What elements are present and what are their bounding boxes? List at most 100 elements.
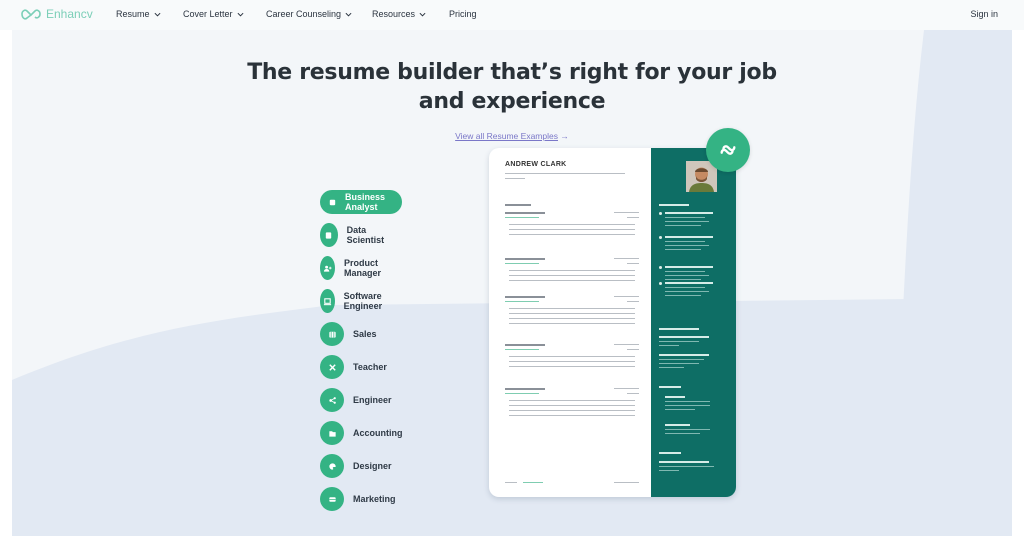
company-name (505, 349, 539, 351)
footer-powered-by (505, 482, 517, 484)
job-location (627, 349, 639, 351)
chevron-down-icon (237, 12, 244, 17)
resume-text-line (659, 336, 709, 338)
brand-logo[interactable]: Enhancv (20, 7, 93, 21)
nav-item-label: Cover Letter (183, 9, 233, 19)
resume-text-line (509, 313, 635, 315)
resume-text-line (665, 424, 690, 426)
role-software-engineer[interactable]: Software Engineer (320, 289, 392, 313)
calendar-icon (320, 322, 344, 346)
resume-text-line (659, 466, 714, 468)
section-heading-training (659, 328, 699, 330)
nav-item-cover-letter[interactable]: Cover Letter (183, 9, 244, 19)
resume-text-line (665, 405, 710, 407)
job-title (505, 344, 545, 346)
resume-text-line (509, 270, 635, 272)
section-heading-strengths (659, 386, 681, 388)
achievement-icon (659, 212, 662, 215)
resume-text-line (665, 291, 709, 293)
role-data-scientist[interactable]: Data Scientist (320, 223, 391, 247)
nav-item-label: Resume (116, 9, 150, 19)
laptop-icon (320, 289, 335, 313)
job-date (614, 212, 639, 214)
role-label: Marketing (353, 494, 396, 504)
resume-text-line (665, 433, 700, 435)
enhancv-logo-icon (21, 9, 41, 20)
company-name (505, 393, 539, 395)
resume-text-line (505, 173, 625, 175)
resume-text-line (509, 400, 635, 402)
role-designer[interactable]: Designer (320, 454, 392, 478)
resume-text-line (665, 279, 701, 281)
role-business-analyst[interactable]: Business Analyst (320, 190, 403, 214)
achievement-title (665, 236, 713, 238)
database-icon (320, 223, 338, 247)
footer-logo (523, 482, 543, 484)
resume-text-line (665, 221, 709, 223)
job-date (614, 388, 639, 390)
sign-in-link[interactable]: Sign in (970, 9, 998, 19)
resume-text-line (665, 409, 695, 411)
resume-preview[interactable]: ANDREW CLARK (489, 148, 736, 497)
achievement-icon (659, 236, 662, 239)
role-label: Product Manager (344, 258, 382, 278)
nav-item-resources[interactable]: Resources (372, 9, 426, 19)
resume-text-line (509, 361, 635, 363)
section-heading-experience (505, 204, 531, 206)
section-heading-achievements (659, 204, 689, 206)
resume-text-line (665, 287, 705, 289)
enhancv-badge (706, 128, 750, 172)
resume-text-line (509, 410, 635, 412)
job-date (614, 296, 639, 298)
resume-text-line (509, 405, 635, 407)
resume-text-line (659, 367, 684, 369)
role-label: Sales (353, 329, 377, 339)
resume-text-line (509, 318, 635, 320)
role-sales[interactable]: Sales (320, 322, 377, 346)
resume-text-line (509, 229, 635, 231)
role-label: Engineer (353, 395, 392, 405)
resume-text-line (665, 249, 701, 251)
role-teacher[interactable]: Teacher (320, 355, 387, 379)
resume-text-line (509, 356, 635, 358)
resume-name: ANDREW CLARK (505, 161, 567, 168)
company-name (505, 301, 539, 303)
share-icon (320, 388, 344, 412)
job-location (627, 263, 639, 265)
resume-text-line (665, 217, 705, 219)
resume-text-line (665, 396, 685, 398)
view-all-examples-link[interactable]: View all Resume Examples → (12, 131, 1012, 141)
nav-item-resume[interactable]: Resume (116, 9, 161, 19)
education-degree (659, 461, 709, 463)
role-accounting[interactable]: Accounting (320, 421, 403, 445)
company-name (505, 263, 539, 265)
nav-item-career-counseling[interactable]: Career Counseling (266, 9, 352, 19)
view-link-text[interactable]: View all Resume Examples (455, 131, 558, 141)
role-label: Business Analyst (345, 192, 386, 212)
role-marketing[interactable]: Marketing (320, 487, 396, 511)
palette-icon (320, 454, 344, 478)
role-label: Software Engineer (343, 291, 383, 311)
resume-sidebar (651, 148, 736, 497)
nav-item-label: Resources (372, 9, 416, 19)
nav-item-pricing[interactable]: Pricing (449, 9, 477, 19)
resume-text-line (665, 241, 705, 243)
resume-text-line (665, 429, 710, 431)
achievement-icon (659, 266, 662, 269)
resume-text-line (665, 401, 710, 403)
resume-text-line (659, 359, 704, 361)
chevron-down-icon (154, 12, 161, 17)
company-name (505, 217, 539, 219)
arrow-right-icon: → (560, 131, 569, 141)
role-label: Designer (353, 461, 392, 471)
resume-text-line (659, 345, 679, 347)
achievement-title (665, 282, 713, 284)
achievement-icon (659, 282, 662, 285)
role-engineer[interactable]: Engineer (320, 388, 392, 412)
nav-item-label: Pricing (449, 9, 477, 19)
job-date (614, 258, 639, 260)
resume-text-line (509, 280, 635, 282)
title-line-1: The resume builder that’s right for your… (247, 60, 777, 85)
role-product-manager[interactable]: Product Manager (320, 256, 390, 280)
resume-text-line (509, 415, 635, 417)
